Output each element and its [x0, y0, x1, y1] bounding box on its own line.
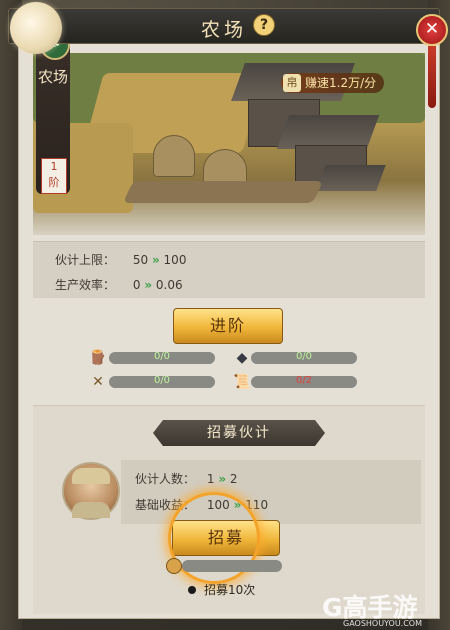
stat-to: 100: [163, 253, 187, 267]
recruit-cost-bar: [182, 560, 282, 572]
stat-to: 0.06: [155, 278, 183, 292]
stats-panel: 伙计上限： 50 » 100 生产效率： 0 » 0.06: [33, 241, 425, 298]
earn-rate-badge: 帛 赚速1.2万/分: [281, 73, 385, 93]
building-name: 农场: [37, 68, 68, 86]
coin-icon: [166, 558, 182, 574]
resource-value: 0/0: [153, 375, 171, 386]
page-title: 农场: [200, 19, 247, 41]
level-unit: 阶: [48, 176, 60, 189]
resource-value: 0/0: [153, 351, 171, 362]
close-button[interactable]: ✕: [416, 14, 448, 46]
tools-icon: ✕: [92, 374, 104, 390]
arrow-icon: »: [144, 278, 153, 292]
worker-count-from: 1: [206, 472, 215, 486]
help-button[interactable]: ?: [253, 14, 275, 36]
stat-production-rate: 生产效率： 0 » 0.06: [55, 276, 183, 293]
stat-worker-limit: 伙计上限： 50 » 100: [55, 251, 186, 268]
stat-from: 0: [132, 278, 141, 292]
title-bar: 农场: [8, 8, 440, 44]
wood-log-icon: 🪵: [89, 350, 107, 366]
avatar-shirt: [72, 502, 110, 518]
bullet-icon: [188, 586, 196, 594]
resource-bar-wood: 0/0: [109, 351, 215, 364]
worker-count-row: 伙计人数： 1 » 2: [135, 470, 238, 487]
worker-avatar: [62, 462, 120, 520]
worker-count-label: 伙计人数：: [135, 472, 196, 486]
worker-stats: 伙计人数： 1 » 2 基础收益： 100 » 110: [121, 460, 421, 524]
level-number: 1: [50, 160, 58, 173]
stat-label: 伙计上限：: [55, 253, 116, 267]
resource-value: 0/2: [295, 375, 313, 386]
stat-from: 50: [132, 253, 149, 267]
scroll-icon: 📜: [233, 374, 251, 390]
arrow-icon: »: [151, 253, 160, 267]
worker-count-to: 2: [229, 472, 238, 486]
resource-bar-scroll: 0/2: [251, 375, 357, 388]
recruit-tip-text: 招募10次: [204, 583, 256, 597]
resource-bar-tools: 0/0: [109, 375, 215, 388]
resource-value: 0/0: [295, 351, 313, 362]
upgrade-button[interactable]: 进阶: [173, 308, 283, 344]
tassel-decoration: [428, 46, 436, 108]
resource-bar-coal: 0/0: [251, 351, 357, 364]
stat-label: 生产效率：: [55, 278, 116, 292]
recruit-tip: 招募10次: [188, 581, 255, 598]
avatar-hat: [72, 468, 110, 484]
watermark-url: GAOSHOUYOU.COM: [343, 619, 423, 628]
recruit-banner: 招募伙计: [153, 420, 325, 446]
coal-icon: ◆: [236, 350, 248, 366]
moon-decoration: [10, 2, 62, 54]
money-icon: 帛: [283, 74, 301, 92]
arrow-icon: »: [218, 472, 227, 486]
building-level: 1 阶: [41, 158, 67, 194]
earn-rate-text: 赚速1.2万/分: [305, 76, 377, 90]
